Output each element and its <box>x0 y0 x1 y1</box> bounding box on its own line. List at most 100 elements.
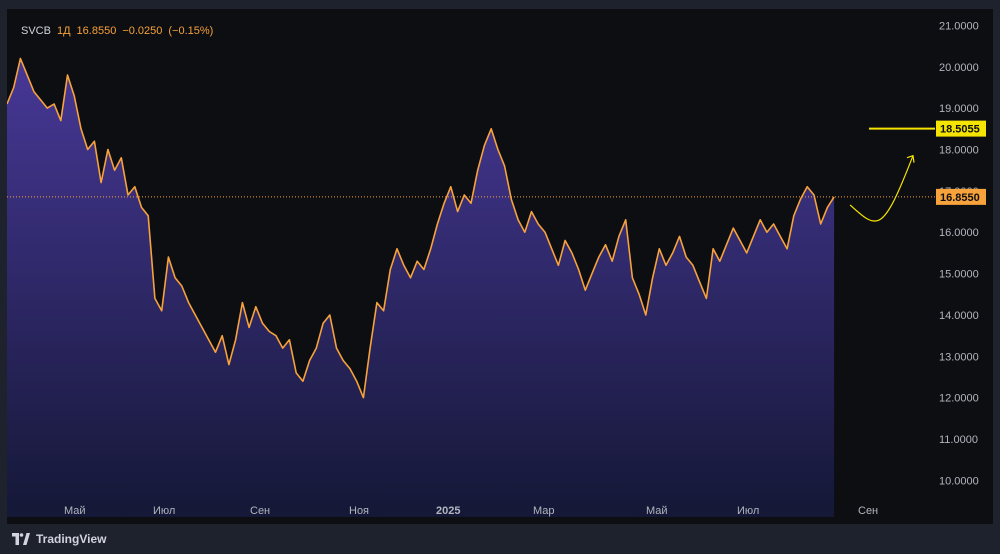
data-point <box>429 247 432 250</box>
data-point <box>268 330 271 333</box>
data-point <box>362 396 365 399</box>
data-point <box>517 218 520 221</box>
data-point <box>349 367 352 370</box>
data-point <box>315 347 318 350</box>
data-point <box>826 206 829 209</box>
data-point <box>456 210 459 213</box>
target-price-label: 18.5055 <box>940 124 980 136</box>
data-point <box>113 169 116 172</box>
data-point <box>698 280 701 283</box>
y-tick-label: 10.0000 <box>939 475 979 487</box>
data-point <box>530 210 533 213</box>
forecast-arrow[interactable] <box>849 155 914 222</box>
data-point <box>167 256 170 259</box>
data-point <box>483 144 486 147</box>
data-point <box>32 90 35 93</box>
symbol-name[interactable]: SVCB <box>21 25 51 37</box>
data-point <box>644 314 647 317</box>
data-point <box>201 326 204 329</box>
data-point <box>12 86 15 89</box>
data-point <box>402 264 405 267</box>
data-point <box>436 223 439 226</box>
x-tick-label: Мар <box>533 505 555 517</box>
data-point <box>248 326 251 329</box>
data-point <box>678 235 681 238</box>
data-point <box>718 260 721 263</box>
x-tick-label: Май <box>64 505 86 517</box>
data-point <box>254 305 257 308</box>
data-point <box>470 202 473 205</box>
data-point <box>597 256 600 259</box>
data-point <box>295 371 298 374</box>
data-point <box>308 359 311 362</box>
data-point <box>194 314 197 317</box>
data-point <box>66 74 69 77</box>
data-point <box>93 140 96 143</box>
data-point <box>624 218 627 221</box>
data-point <box>281 347 284 350</box>
data-point <box>564 239 567 242</box>
data-point <box>544 231 547 234</box>
data-point <box>510 198 513 201</box>
data-point <box>80 127 83 130</box>
data-point <box>570 251 573 254</box>
data-point <box>416 260 419 263</box>
data-point <box>335 347 338 350</box>
y-tick-label: 14.0000 <box>939 310 979 322</box>
y-tick-label: 15.0000 <box>939 269 979 281</box>
y-tick-label: 16.0000 <box>939 227 979 239</box>
x-tick-label: 2025 <box>436 505 460 517</box>
data-point <box>227 363 230 366</box>
brand-name: TradingView <box>36 532 107 546</box>
brand-footer[interactable]: TradingView <box>12 529 106 549</box>
x-tick-label: Июл <box>737 505 759 517</box>
x-tick-label: Июл <box>153 505 175 517</box>
y-tick-label: 19.0000 <box>939 103 979 115</box>
data-point <box>490 127 493 130</box>
data-point <box>503 165 506 168</box>
data-point <box>819 223 822 226</box>
chart-panel[interactable]: 10.0000 11.0000 12.0000 13.0000 14.0000 15.00… <box>7 9 993 524</box>
price-area-layer <box>7 58 835 517</box>
y-tick-label: 12.0000 <box>939 393 979 405</box>
data-point <box>301 380 304 383</box>
data-point <box>53 103 56 106</box>
data-point <box>685 256 688 259</box>
data-point <box>120 156 123 159</box>
data-point <box>147 214 150 217</box>
last-price-label: 16.8550 <box>940 192 980 204</box>
x-tick-label: Ноя <box>349 505 369 517</box>
data-point <box>140 206 143 209</box>
data-point <box>221 334 224 337</box>
data-point <box>779 235 782 238</box>
data-point <box>288 338 291 341</box>
data-point <box>604 243 607 246</box>
data-point <box>463 194 466 197</box>
data-point <box>261 322 264 325</box>
data-point <box>389 268 392 271</box>
data-point <box>476 169 479 172</box>
data-point <box>806 185 809 188</box>
data-point <box>577 268 580 271</box>
data-point <box>241 301 244 304</box>
data-point <box>322 322 325 325</box>
data-point <box>106 148 109 151</box>
data-point <box>19 57 22 60</box>
tradingview-logo-icon <box>12 533 30 545</box>
price-chart[interactable]: 10.0000 11.0000 12.0000 13.0000 14.0000 15.00… <box>7 9 993 524</box>
data-point <box>160 309 163 312</box>
data-point <box>799 198 802 201</box>
data-point <box>638 293 641 296</box>
data-point <box>591 272 594 275</box>
chart-window: 10.0000 11.0000 12.0000 13.0000 14.0000 15.00… <box>0 0 1000 554</box>
data-point <box>59 119 62 122</box>
x-tick-label: Сен <box>858 505 878 517</box>
data-point <box>759 218 762 221</box>
data-point <box>786 247 789 250</box>
data-point <box>691 264 694 267</box>
data-point <box>725 243 728 246</box>
price-change-percent: (−0.15%) <box>168 25 214 37</box>
price-area <box>7 58 835 517</box>
y-tick-label: 21.0000 <box>939 20 979 32</box>
interval-label[interactable]: 1Д <box>57 25 71 37</box>
